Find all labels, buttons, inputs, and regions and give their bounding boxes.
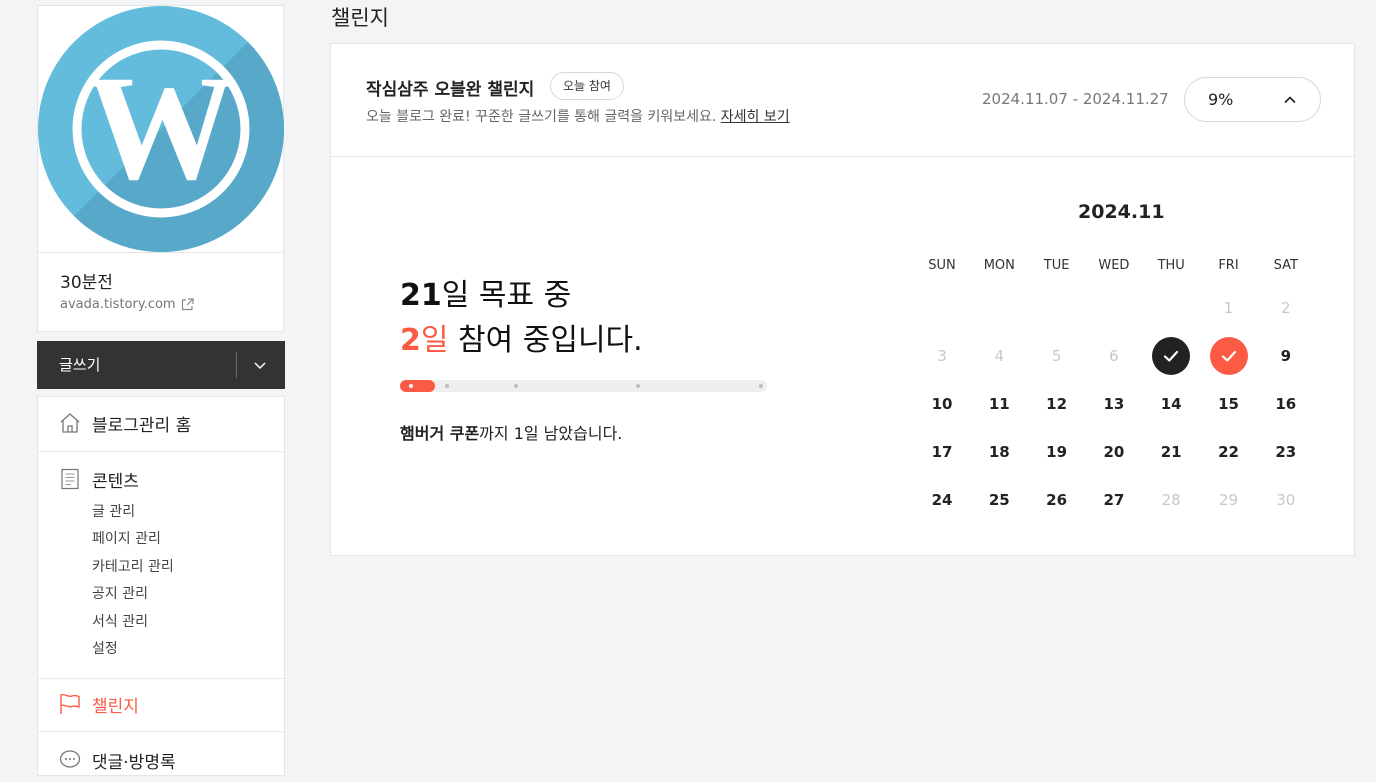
progress-toggle-button[interactable]: 9%	[1184, 77, 1321, 122]
menu-sub-post-manage[interactable]: 글 관리	[92, 501, 135, 521]
reward-message: 햄버거 쿠폰까지 1일 남았습니다.	[400, 420, 622, 444]
calendar-day-10: 10	[931, 395, 953, 413]
calendar-month: 2024.11	[1078, 201, 1165, 223]
calendar-day-15: 15	[1218, 395, 1239, 413]
check-icon	[1221, 350, 1236, 362]
today-joined-badge: 오늘 참여	[550, 72, 624, 100]
milestone-dot	[445, 384, 449, 388]
weekday-sat: SAT	[1273, 258, 1298, 273]
flag-icon	[60, 693, 80, 714]
weekday-thu: THU	[1157, 258, 1185, 273]
calendar-day-4: 4	[994, 347, 1005, 365]
weekday-mon: MON	[983, 258, 1015, 273]
weekday-wed: WED	[1098, 258, 1130, 273]
joined-summary: 2일 참여 중입니다.	[400, 315, 643, 359]
card-divider	[331, 156, 1354, 157]
calendar-day-21: 21	[1160, 443, 1182, 461]
calendar-day-13: 13	[1103, 395, 1125, 413]
calendar-day-12: 12	[1046, 395, 1068, 413]
blog-profile-card: W 30분전 avada.tistory.com	[37, 5, 284, 332]
calendar-day-16: 16	[1275, 395, 1297, 413]
calendar-day-7	[1152, 337, 1191, 375]
menu-sub-settings[interactable]: 설정	[92, 638, 118, 658]
reward-item: 햄버거 쿠폰	[400, 424, 480, 443]
external-link-icon	[181, 298, 194, 311]
menu-home-label[interactable]: 블로그관리 홈	[92, 411, 191, 436]
menu-challenge-label[interactable]: 챌린지	[92, 692, 139, 717]
joined-suffix: 참여 중입니다.	[448, 323, 643, 358]
detail-link[interactable]: 자세히 보기	[721, 109, 790, 125]
goal-suffix: 일 목표 중	[441, 278, 572, 313]
progress-percent: 9%	[1208, 90, 1234, 109]
calendar-day-19: 19	[1046, 443, 1068, 461]
reward-suffix: 까지 1일 남았습니다.	[479, 424, 623, 443]
milestone-dot	[514, 384, 518, 388]
calendar-day-6: 6	[1109, 347, 1119, 365]
blog-url-link[interactable]: avada.tistory.com	[60, 297, 194, 312]
calendar-day-17: 17	[931, 443, 953, 461]
milestone-dot	[636, 384, 640, 388]
document-icon	[61, 468, 79, 490]
participation-progress-bar	[400, 380, 767, 392]
joined-unit: 일	[420, 323, 449, 358]
menu-item-home[interactable]: 블로그관리 홈	[38, 397, 284, 451]
chevron-up-icon	[1284, 96, 1296, 104]
home-icon	[60, 413, 80, 433]
calendar-day-23: 23	[1275, 443, 1297, 461]
joined-days: 2	[400, 323, 421, 358]
blog-name: 30분전	[60, 273, 113, 293]
milestone-dot	[409, 384, 413, 388]
challenge-description-text: 오늘 블로그 완료! 꾸준한 글쓰기를 통해 글력을 키워보세요.	[366, 109, 717, 125]
challenge-title: 작심삼주 오블완 챌린지	[366, 80, 535, 100]
calendar-day-2: 2	[1281, 299, 1291, 317]
goal-days: 21	[400, 278, 442, 313]
menu-item-challenge[interactable]: 챌린지	[38, 679, 284, 731]
participation-progress-fill	[400, 380, 435, 392]
calendar-day-14: 14	[1160, 395, 1182, 413]
calendar-day-1: 1	[1223, 299, 1234, 317]
calendar-day-27: 27	[1103, 491, 1125, 509]
weekday-tue: TUE	[1043, 258, 1070, 273]
check-icon	[1164, 350, 1179, 362]
page-title: 챌린지	[331, 6, 389, 30]
calendar-day-25: 25	[988, 491, 1010, 509]
challenge-period: 2024.11.07 - 2024.11.27	[982, 90, 1169, 108]
calendar-day-20: 20	[1103, 443, 1125, 461]
comment-icon	[59, 750, 81, 768]
weekday-fri: FRI	[1218, 258, 1239, 273]
calendar-day-5: 5	[1051, 347, 1062, 365]
menu-sub-page-manage[interactable]: 페이지 관리	[92, 528, 161, 548]
calendar-day-22: 22	[1218, 443, 1239, 461]
menu-item-comments[interactable]: 댓글·방명록	[38, 732, 284, 782]
menu-sub-template-manage[interactable]: 서식 관리	[92, 611, 148, 631]
challenge-card: 작심삼주 오블완 챌린지 오늘 참여 오늘 블로그 완료! 꾸준한 글쓰기를 통…	[330, 43, 1355, 556]
calendar-day-9: 9	[1280, 347, 1292, 365]
challenge-description: 오늘 블로그 완료! 꾸준한 글쓰기를 통해 글력을 키워보세요. 자세히 보기	[366, 106, 790, 126]
calendar-day-29: 29	[1218, 491, 1239, 509]
calendar-day-18: 18	[988, 443, 1010, 461]
calendar-day-26: 26	[1046, 491, 1068, 509]
menu-sub-category-manage[interactable]: 카테고리 관리	[92, 556, 174, 576]
admin-menu: 블로그관리 홈 콘텐츠 글 관리 페이지 관리 카테고리 관리 공지 관리 서식…	[37, 396, 285, 776]
blog-url-text[interactable]: avada.tistory.com	[60, 297, 176, 312]
svg-text:W: W	[86, 45, 236, 211]
write-bar-divider	[236, 352, 237, 378]
calendar-day-30: 30	[1276, 491, 1296, 509]
goal-summary: 21일 목표 중	[400, 270, 571, 314]
chevron-down-icon[interactable]	[252, 357, 268, 373]
calendar-day-8	[1209, 337, 1248, 375]
calendar-day-28: 28	[1161, 491, 1181, 509]
write-post-button[interactable]: 글쓰기	[59, 354, 100, 375]
menu-sub-notice-manage[interactable]: 공지 관리	[92, 583, 148, 603]
calendar-day-3: 3	[937, 347, 947, 365]
write-post-bar: 글쓰기	[37, 341, 285, 389]
calendar-day-24: 24	[931, 491, 953, 509]
menu-group-contents: 콘텐츠 글 관리 페이지 관리 카테고리 관리 공지 관리 서식 관리 설정	[38, 452, 284, 678]
blog-logo-image[interactable]: W	[38, 6, 284, 253]
weekday-sun: SUN	[928, 258, 956, 273]
menu-contents-label[interactable]: 콘텐츠	[92, 467, 139, 492]
calendar-day-11: 11	[988, 395, 1010, 413]
milestone-dot	[759, 384, 763, 388]
